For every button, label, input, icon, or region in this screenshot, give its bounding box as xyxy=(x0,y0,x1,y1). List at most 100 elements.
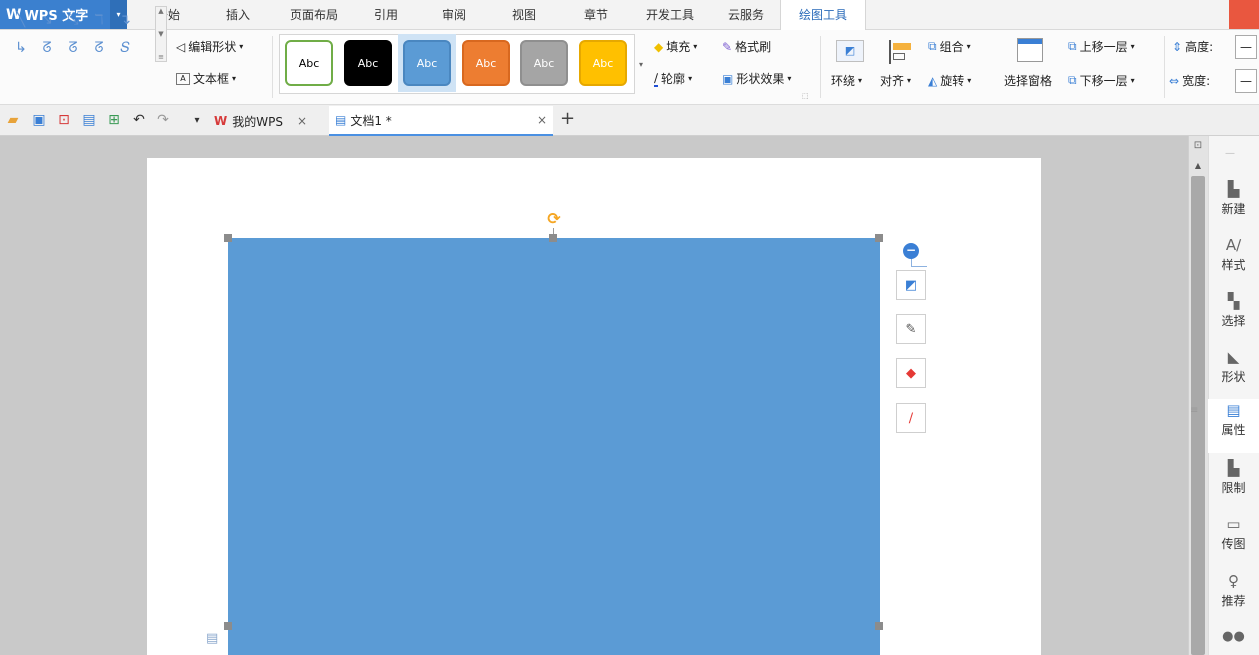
height-input[interactable]: — xyxy=(1235,35,1257,59)
wrap-icon[interactable]: ◩ xyxy=(836,40,864,62)
sidepanel-item-users[interactable]: ●● xyxy=(1208,626,1259,655)
tab-my-wps[interactable]: W 我的WPS × xyxy=(214,106,324,136)
tab-drawing-tools[interactable]: 绘图工具 xyxy=(780,0,866,31)
format-painter-button[interactable]: ✎ 格式刷 xyxy=(722,38,771,55)
outline-button[interactable]: ∕ 轮廓 ▾ xyxy=(654,70,692,87)
resize-handle-top-left[interactable] xyxy=(224,234,232,242)
redo-icon[interactable]: ↷ xyxy=(154,110,172,130)
collapse-float-toolbar-icon[interactable]: − xyxy=(903,243,919,259)
print-icon[interactable]: ▤ xyxy=(80,110,98,130)
customize-toolbar-icon[interactable]: ▾ xyxy=(188,110,206,130)
sidepanel-item-recommend[interactable]: ♀ 推荐 xyxy=(1208,570,1259,624)
tab-document1[interactable]: ▤ 文档1 * × xyxy=(329,106,553,136)
sidepanel-label-style: 样式 xyxy=(1221,258,1246,272)
tab-developer[interactable]: 开发工具 xyxy=(638,0,702,30)
line-gallery-scroll[interactable]: ▲ ▼ ≡ xyxy=(155,6,167,62)
tab-chapter[interactable]: 章节 xyxy=(574,0,618,30)
arrow-line-icon[interactable]: ↘ xyxy=(34,6,60,34)
freeform-curve-icon[interactable]: 𝑆 xyxy=(112,34,138,62)
rotate-button[interactable]: ◭ 旋转 ▾ xyxy=(928,72,971,89)
group-button[interactable]: ⧉ 组合 ▾ xyxy=(928,38,971,55)
dialog-launcher-icon[interactable]: ⬚ xyxy=(802,92,809,100)
elbow-arrow-connector-icon[interactable]: ↴ xyxy=(112,6,138,34)
edit-shape-button[interactable]: ◁ 编辑形状 ▾ xyxy=(176,38,243,55)
restrict-icon: ▙ xyxy=(1227,459,1240,477)
selection-pane-icon[interactable] xyxy=(1017,38,1043,62)
style-swatch-3[interactable]: Abc xyxy=(403,40,451,86)
save-icon[interactable]: ▣ xyxy=(30,110,48,130)
edit-shape-label: 编辑形状 xyxy=(188,40,237,54)
tab-insert[interactable]: 插入 xyxy=(216,0,260,30)
close-icon[interactable]: × xyxy=(297,114,307,128)
style-icon: A∕ xyxy=(1225,236,1242,254)
split-view-icon[interactable]: ⊡ xyxy=(1188,137,1208,155)
group-label: 组合 xyxy=(939,40,964,54)
shape-effects-button[interactable]: ▣ 形状效果 ▾ xyxy=(722,70,791,87)
selection-pane-button[interactable]: 选择窗格 xyxy=(1004,72,1052,89)
sidepanel-item-properties[interactable]: ▤ 属性 xyxy=(1208,399,1259,453)
style-swatch-4[interactable]: Abc xyxy=(462,40,510,86)
line-icon[interactable]: ╲ xyxy=(8,6,34,34)
bring-forward-icon: ⧉ xyxy=(1068,39,1077,53)
sidepanel-item-select[interactable]: ▚ 选择 xyxy=(1208,290,1259,344)
curved-double-arrow-icon[interactable]: ᘔ xyxy=(86,34,112,62)
elbow-connector-icon[interactable]: ℸ xyxy=(86,6,112,34)
float-toolbar-connector-h xyxy=(911,266,927,267)
resize-handle-top-right[interactable] xyxy=(875,234,883,242)
undo-icon[interactable]: ↶ xyxy=(130,110,148,130)
align-button[interactable]: 对齐 ▾ xyxy=(880,72,911,89)
shape-style-icon[interactable]: ✎ xyxy=(896,314,926,344)
line-shape-gallery: ╲ ↘ ⤡ ℸ ↴ ↳ ᘔ ᘔ ᘔ 𝑆 xyxy=(8,6,153,62)
sidepanel-item-shape[interactable]: ◣ 形状 xyxy=(1208,346,1259,400)
elbow-double-arrow-icon[interactable]: ↳ xyxy=(8,34,34,62)
export-pdf-icon[interactable]: ⊡ xyxy=(55,110,73,130)
sidepanel-item-restrict[interactable]: ▙ 限制 xyxy=(1208,457,1259,511)
layout-options-icon[interactable]: ◩ xyxy=(896,270,926,300)
rotate-label: 旋转 xyxy=(940,74,965,88)
style-swatch-5[interactable]: Abc xyxy=(520,40,568,86)
resize-handle-right[interactable] xyxy=(875,622,883,630)
pane-collapse-icon[interactable]: — xyxy=(1222,148,1238,159)
send-backward-button[interactable]: ⧉ 下移一层 ▾ xyxy=(1068,72,1135,89)
open-folder-icon[interactable]: ▰ xyxy=(4,110,22,130)
width-label: 宽度: xyxy=(1182,74,1211,88)
rotate-icon: ◭ xyxy=(928,73,938,88)
styles-more-button[interactable]: ▾ xyxy=(636,36,646,92)
curved-arrow-connector-icon[interactable]: ᘔ xyxy=(60,34,86,62)
print-preview-icon[interactable]: ⊞ xyxy=(105,110,123,130)
recommend-icon: ♀ xyxy=(1228,572,1239,590)
tab-references[interactable]: 引用 xyxy=(364,0,408,30)
outline-icon: ∕ xyxy=(654,70,659,87)
double-arrow-line-icon[interactable]: ⤡ xyxy=(60,6,86,34)
tab-cloud[interactable]: 云服务 xyxy=(718,0,774,30)
corner-button[interactable] xyxy=(1229,0,1259,29)
fill-button[interactable]: ◆ 填充 ▾ xyxy=(654,38,697,55)
shape-outline-icon[interactable]: ∕ xyxy=(896,403,926,433)
shape-fill-icon[interactable]: ◆ xyxy=(896,358,926,388)
panel-splitter-icon[interactable]: ≡ xyxy=(1190,405,1198,417)
bring-forward-label: 上移一层 xyxy=(1079,40,1128,54)
sidepanel-item-upload-image[interactable]: ▭ 传图 xyxy=(1208,513,1259,567)
tab-view[interactable]: 视图 xyxy=(502,0,546,30)
sidepanel-item-new[interactable]: ▙ 新建 xyxy=(1208,178,1259,232)
resize-handle-top[interactable] xyxy=(549,234,557,242)
style-swatch-2[interactable]: Abc xyxy=(344,40,392,86)
text-box-button[interactable]: A 文本框 ▾ xyxy=(176,70,236,87)
properties-icon: ▤ xyxy=(1226,401,1241,419)
bring-forward-button[interactable]: ⧉ 上移一层 ▾ xyxy=(1068,38,1135,55)
width-input[interactable]: — xyxy=(1235,69,1257,93)
close-icon[interactable]: × xyxy=(537,113,547,127)
align-icon[interactable] xyxy=(889,40,913,64)
tab-page-layout[interactable]: 页面布局 xyxy=(282,0,346,30)
new-tab-button[interactable]: + xyxy=(560,108,575,129)
tab-review[interactable]: 审阅 xyxy=(432,0,476,30)
style-swatch-1[interactable]: Abc xyxy=(285,40,333,86)
style-swatch-6[interactable]: Abc xyxy=(579,40,627,86)
curved-connector-icon[interactable]: ᘔ xyxy=(34,34,60,62)
scroll-up-icon[interactable]: ▲ xyxy=(1188,157,1208,175)
rotate-handle-icon[interactable]: ⟳ xyxy=(545,210,563,228)
wrap-button[interactable]: 环绕 ▾ xyxy=(831,72,862,89)
resize-handle-left[interactable] xyxy=(224,622,232,630)
sidepanel-item-style[interactable]: A∕ 样式 xyxy=(1208,234,1259,288)
blue-rectangle-shape[interactable] xyxy=(228,238,880,655)
